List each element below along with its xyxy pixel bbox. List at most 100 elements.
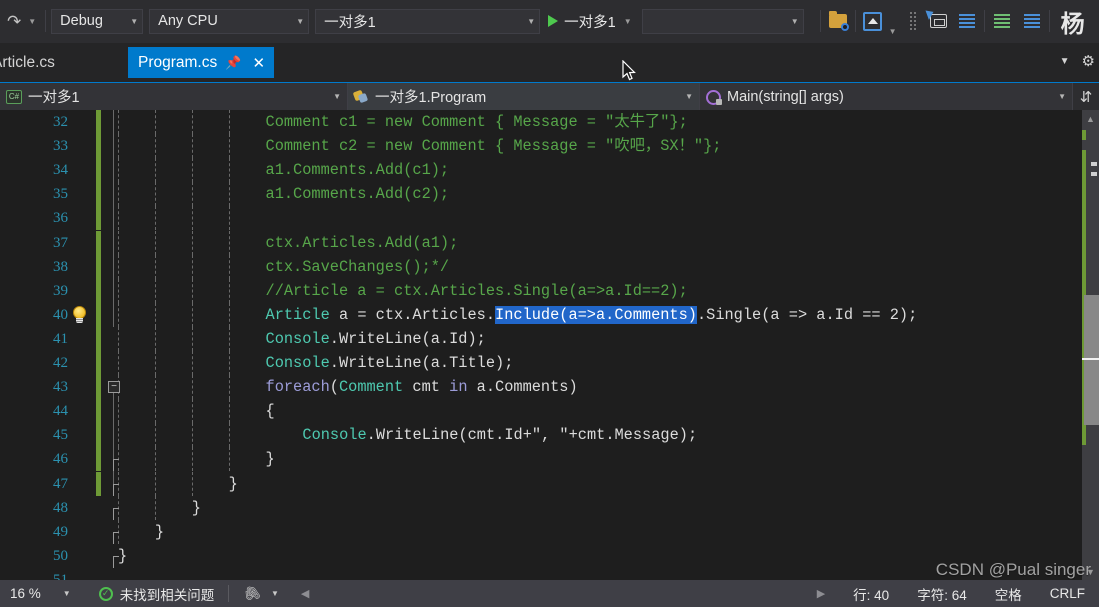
- code-text[interactable]: Console.WriteLine(a.Title);: [118, 351, 514, 375]
- code-span: Comment: [338, 378, 404, 397]
- indent-increase-icon[interactable]: [990, 9, 1014, 33]
- code-text[interactable]: }: [118, 544, 127, 568]
- chevron-down-icon[interactable]: ▼: [1050, 92, 1066, 101]
- folder-search-icon[interactable]: [826, 9, 850, 33]
- issues-status[interactable]: ✓ 未找到相关问题: [98, 584, 214, 604]
- line-number: 32: [53, 114, 68, 130]
- line-change-bar: [96, 544, 101, 568]
- scroll-up-arrow-icon[interactable]: ▲: [1082, 110, 1099, 127]
- code-text[interactable]: }: [118, 496, 201, 520]
- close-icon[interactable]: ✕: [249, 54, 268, 72]
- line-change-bar: [96, 423, 101, 448]
- dropdown-more-icon[interactable]: ▼: [885, 27, 901, 42]
- code-text[interactable]: ctx.SaveChanges();*/: [118, 255, 450, 279]
- code-text[interactable]: foreach(Comment cmt in a.Comments): [118, 375, 578, 399]
- line-number: 48: [53, 499, 68, 516]
- code-line[interactable]: 32 Comment c1 = new Comment { Message = "…: [0, 110, 1082, 135]
- start-debugging-button[interactable]: 一对多1: [540, 8, 620, 34]
- code-line[interactable]: 33 Comment c2 = new Comment { Message = "…: [0, 134, 1082, 159]
- code-text[interactable]: ctx.Articles.Add(a1);: [118, 231, 459, 255]
- navbar-member-value: Main(string[] args): [727, 88, 844, 105]
- code-line[interactable]: 35 a1.Comments.Add(c2);: [0, 182, 1082, 207]
- code-span: Console: [302, 426, 367, 445]
- indent-decrease-icon[interactable]: [1020, 9, 1044, 33]
- solution-platform-combo[interactable]: Any CPU ▼: [149, 8, 310, 34]
- code-line[interactable]: 46}: [0, 447, 1082, 472]
- code-text[interactable]: }: [118, 472, 238, 496]
- startup-project-combo[interactable]: 一对多1 ▼: [315, 8, 541, 34]
- chevron-down-icon[interactable]: ▼: [325, 92, 341, 101]
- line-number: 40: [53, 306, 68, 323]
- triangle-right-icon[interactable]: ▶: [817, 587, 825, 600]
- broom-icon[interactable]: 🖇: [241, 582, 264, 604]
- triangle-left-icon[interactable]: ◀: [301, 587, 309, 600]
- chevron-down-icon[interactable]: ▼: [677, 92, 693, 101]
- code-editor[interactable]: 32 Comment c1 = new Comment { Message = "…: [0, 110, 1099, 580]
- method-icon: [706, 89, 722, 105]
- code-fold-toggle[interactable]: −: [108, 381, 120, 394]
- select-element-icon[interactable]: [925, 8, 951, 33]
- code-span: Comment c1 = new Comment { Message = "太牛…: [265, 113, 688, 131]
- code-line[interactable]: 39 //Article a = ctx.Articles.Single(a=>a…: [0, 278, 1082, 303]
- code-line[interactable]: 42 Console.WriteLine(a.Title);: [0, 351, 1082, 376]
- code-line[interactable]: 50}: [0, 544, 1082, 568]
- code-line[interactable]: 45 Console.WriteLine(cmt.Id+", "+cmt.Mess…: [0, 423, 1082, 448]
- code-line[interactable]: 37 ctx.Articles.Add(a1);: [0, 230, 1082, 255]
- indentation-indicator[interactable]: 空格: [995, 584, 1022, 604]
- tab-program-cs[interactable]: Program.cs 📌 ✕: [128, 47, 275, 78]
- code-text[interactable]: {: [118, 399, 275, 423]
- code-line[interactable]: 38 ctx.SaveChanges();*/: [0, 254, 1082, 279]
- navbar-member-combo[interactable]: Main(string[] args) ▼: [700, 83, 1073, 110]
- code-text[interactable]: a1.Comments.Add(c2);: [118, 182, 450, 206]
- line-ending-indicator[interactable]: CRLF: [1050, 586, 1085, 601]
- code-text[interactable]: Comment c2 = new Comment { Message = "吹吧…: [118, 134, 722, 158]
- code-text[interactable]: }: [118, 447, 275, 471]
- tab-article-cs[interactable]: Article.cs: [0, 47, 65, 78]
- code-line[interactable]: 36: [0, 206, 1082, 231]
- undo-dropdown-caret-icon[interactable]: ▼: [24, 17, 40, 26]
- scrollbar-thumb[interactable]: [1084, 295, 1099, 425]
- chevron-down-icon[interactable]: ▼: [288, 17, 304, 26]
- chevron-down-icon[interactable]: ▼: [63, 589, 71, 598]
- chevron-down-icon[interactable]: ▼: [271, 589, 279, 598]
- code-line[interactable]: 40 Article a = ctx.Articles.Include(a=>a.…: [0, 302, 1082, 327]
- undo-arrow-icon[interactable]: ↷: [4, 7, 24, 35]
- code-text[interactable]: //Article a = ctx.Articles.Single(a=>a.I…: [118, 279, 688, 303]
- tab-label: Article.cs: [0, 53, 55, 71]
- code-line[interactable]: 47}: [0, 471, 1082, 496]
- code-text[interactable]: Article a = ctx.Articles.Include(a=>a.Co…: [118, 303, 917, 327]
- code-text[interactable]: }: [118, 520, 164, 544]
- attach-process-combo[interactable]: ▼: [641, 8, 804, 34]
- code-line[interactable]: 48}: [0, 495, 1082, 520]
- code-line[interactable]: 49}: [0, 519, 1082, 544]
- split-view-icon[interactable]: ⇵: [1073, 83, 1099, 110]
- pin-icon[interactable]: 📌: [225, 55, 241, 71]
- editor-vertical-scrollbar[interactable]: ▲ ▼: [1082, 110, 1099, 580]
- home-window-icon[interactable]: [861, 9, 885, 33]
- start-dropdown-caret-icon[interactable]: ▼: [620, 17, 636, 26]
- chevron-down-icon[interactable]: ▼: [122, 17, 138, 26]
- code-text[interactable]: Comment c1 = new Comment { Message = "太牛…: [118, 110, 688, 134]
- code-text[interactable]: Console.WriteLine(cmt.Id+", "+cmt.Messag…: [118, 423, 697, 447]
- code-line[interactable]: 44 {: [0, 399, 1082, 424]
- code-text[interactable]: Console.WriteLine(a.Id);: [118, 327, 486, 351]
- chevron-down-icon[interactable]: ▼: [519, 17, 535, 26]
- navbar-project-combo[interactable]: C# 一对多1 ▼: [0, 83, 348, 110]
- code-line[interactable]: 51: [0, 568, 1082, 580]
- chevron-down-icon[interactable]: ▼: [1060, 56, 1070, 67]
- gear-icon[interactable]: ⚙: [1082, 52, 1095, 70]
- code-span: .Single(a => a.Id == 2);: [696, 305, 918, 324]
- copy-panel-icon[interactable]: [955, 9, 979, 33]
- code-line[interactable]: 41 Console.WriteLine(a.Id);: [0, 326, 1082, 351]
- code-line[interactable]: 43 foreach(Comment cmt in a.Comments): [0, 375, 1082, 400]
- line-change-bar: [96, 182, 101, 207]
- code-line[interactable]: 34 a1.Comments.Add(c1);: [0, 158, 1082, 183]
- navbar-type-combo[interactable]: 一对多1.Program ▼: [348, 83, 700, 110]
- code-text[interactable]: a1.Comments.Add(c1);: [118, 158, 450, 182]
- chevron-down-icon[interactable]: ▼: [783, 17, 799, 26]
- lightbulb-icon[interactable]: [70, 305, 89, 325]
- line-number: 51: [53, 571, 68, 580]
- solution-configuration-combo[interactable]: Debug ▼: [51, 8, 144, 34]
- grip-dots-icon[interactable]: [901, 9, 925, 33]
- zoom-level-control[interactable]: 16 % ▼: [0, 586, 71, 601]
